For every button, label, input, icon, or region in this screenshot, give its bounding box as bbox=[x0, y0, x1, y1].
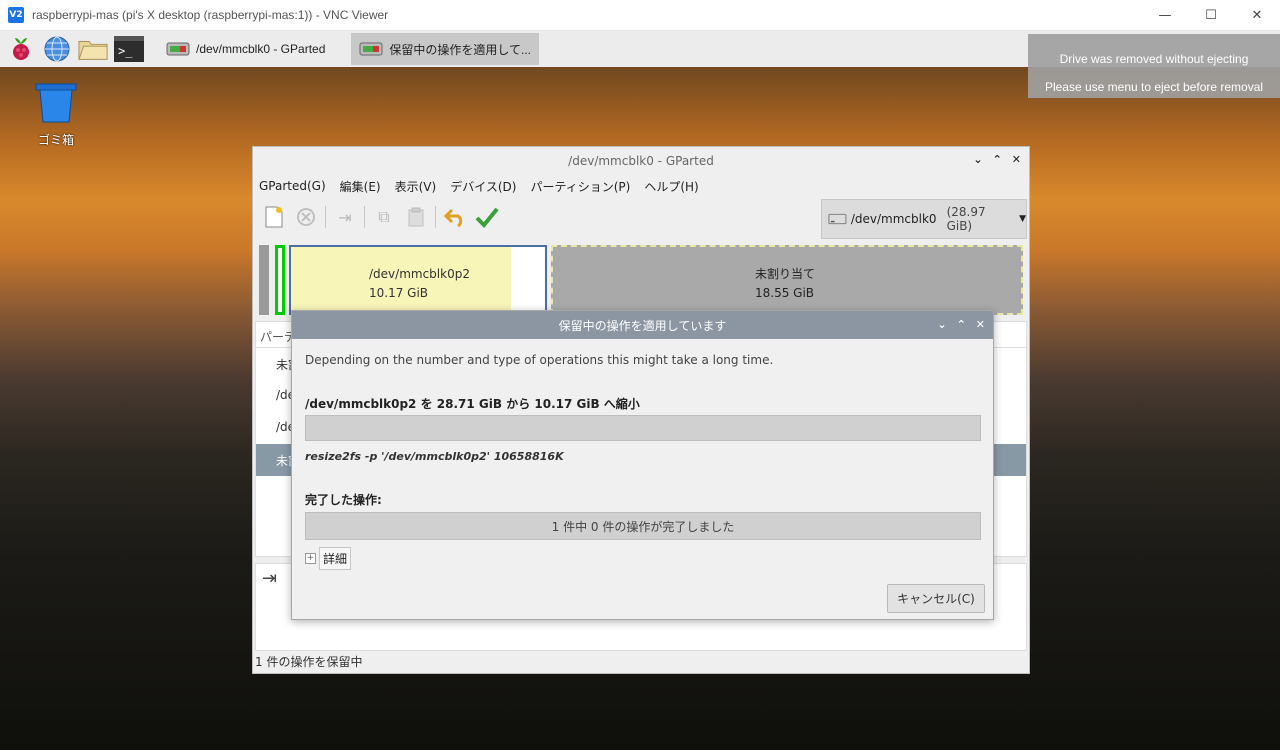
notification-line: Drive was removed without ejecting bbox=[1059, 52, 1249, 66]
apply-operations-dialog: 保留中の操作を適用しています ⌄ ⌃ ✕ Depending on the nu… bbox=[291, 310, 994, 620]
operation-progress-bar bbox=[305, 415, 981, 441]
partition-name: 未割り当て bbox=[755, 267, 816, 281]
browser-globe-icon[interactable] bbox=[42, 34, 72, 64]
resize-move-icon[interactable]: ⇥ bbox=[332, 204, 358, 230]
chevron-up-icon[interactable]: ⌃ bbox=[993, 153, 1002, 166]
copy-icon[interactable]: ⧉ bbox=[371, 204, 397, 230]
task-label: /dev/mmcblk0 - GParted bbox=[196, 42, 326, 56]
menu-gparted[interactable]: GParted(G) bbox=[259, 179, 326, 193]
partition-name: /dev/mmcblk0p2 bbox=[369, 267, 470, 281]
cancel-button[interactable]: キャンセル(C) bbox=[887, 584, 985, 613]
current-operation: /dev/mmcblk0p2 を 28.71 GiB から 10.17 GiB … bbox=[305, 397, 640, 411]
dialog-description: Depending on the number and type of oper… bbox=[305, 353, 774, 367]
menu-help[interactable]: ヘルプ(H) bbox=[644, 178, 698, 195]
chevron-down-icon: ▼ bbox=[1019, 214, 1026, 224]
trash-label: ゴミ箱 bbox=[37, 133, 74, 147]
task-apply-dialog[interactable]: 保留中の操作を適用して... bbox=[351, 33, 540, 65]
trash-icon bbox=[35, 83, 77, 123]
device-selector[interactable]: /dev/mmcblk0 (28.97 GiB) ▼ bbox=[821, 199, 1027, 239]
partition-map: /dev/mmcblk0p2 10.17 GiB 未割り当て 18.55 GiB bbox=[259, 245, 1025, 317]
terminal-icon[interactable]: >_ bbox=[114, 34, 144, 64]
delete-icon[interactable] bbox=[293, 204, 319, 230]
completed-text: 1 件中 0 件の操作が完了しました bbox=[551, 519, 735, 534]
vnc-logo-icon: V2 bbox=[8, 7, 24, 23]
resize-move-icon: ⇥ bbox=[262, 568, 278, 589]
menu-device[interactable]: デバイス(D) bbox=[450, 178, 516, 195]
expand-plus-icon[interactable]: + bbox=[305, 553, 316, 564]
task-gparted[interactable]: /dev/mmcblk0 - GParted bbox=[158, 33, 333, 65]
device-size: (28.97 GiB) bbox=[946, 205, 986, 233]
paste-icon[interactable] bbox=[403, 204, 429, 230]
menubar: GParted(G) 編集(E) 表示(V) デバイス(D) パーティション(P… bbox=[253, 175, 1029, 197]
minimize-icon[interactable]: — bbox=[1142, 0, 1188, 31]
task-label: 保留中の操作を適用して... bbox=[389, 42, 532, 57]
drive-icon bbox=[828, 213, 847, 225]
details-label: 詳細 bbox=[319, 547, 352, 570]
close-icon[interactable]: ✕ bbox=[1012, 153, 1021, 166]
toolbar-separator bbox=[364, 206, 365, 228]
menu-view[interactable]: 表示(V) bbox=[395, 178, 437, 195]
apply-check-icon[interactable] bbox=[474, 204, 500, 230]
device-name: /dev/mmcblk0 bbox=[850, 212, 937, 226]
partition-block-unallocated[interactable]: 未割り当て 18.55 GiB bbox=[551, 245, 1023, 315]
chevron-down-icon[interactable]: ⌄ bbox=[973, 153, 982, 166]
gparted-title: /dev/mmcblk0 - GParted bbox=[568, 154, 714, 168]
gparted-titlebar: /dev/mmcblk0 - GParted ⌄ ⌃ ✕ bbox=[253, 147, 1029, 175]
close-icon[interactable]: ✕ bbox=[976, 318, 985, 331]
completed-heading: 完了した操作: bbox=[305, 493, 382, 507]
toolbar-separator bbox=[435, 206, 436, 228]
partition-size: 10.17 GiB bbox=[369, 286, 429, 300]
maximize-icon[interactable]: ☐ bbox=[1188, 0, 1234, 31]
vnc-window-title: raspberrypi-mas (pi's X desktop (raspber… bbox=[32, 8, 389, 22]
partition-block-boot[interactable] bbox=[259, 245, 269, 315]
eject-notification[interactable]: Drive was removed without ejecting Pleas… bbox=[1028, 34, 1280, 98]
current-command: resize2fs -p '/dev/mmcblk0p2' 10658816K bbox=[305, 450, 564, 463]
partition-block-p2[interactable]: /dev/mmcblk0p2 10.17 GiB bbox=[289, 245, 547, 315]
new-partition-icon[interactable] bbox=[261, 204, 287, 230]
chevron-up-icon[interactable]: ⌃ bbox=[957, 318, 966, 331]
vnc-titlebar: V2 raspberrypi-mas (pi's X desktop (rasp… bbox=[0, 0, 1280, 31]
undo-icon[interactable] bbox=[442, 204, 468, 230]
dialog-title: 保留中の操作を適用しています bbox=[558, 318, 727, 333]
trash-desktop-item[interactable]: ゴミ箱 bbox=[30, 82, 82, 148]
completed-progress-bar: 1 件中 0 件の操作が完了しました bbox=[305, 512, 981, 540]
disk-icon bbox=[166, 42, 190, 56]
notification-line: Please use menu to eject before removal bbox=[1044, 80, 1264, 94]
raspberry-menu-icon[interactable] bbox=[6, 34, 36, 64]
menu-edit[interactable]: 編集(E) bbox=[340, 178, 381, 195]
status-bar: 1 件の操作を保留中 bbox=[255, 655, 363, 669]
partition-size: 18.55 GiB bbox=[755, 286, 815, 300]
details-expander[interactable]: + 詳細 bbox=[305, 547, 352, 570]
disk-icon bbox=[359, 42, 383, 56]
toolbar-separator bbox=[325, 206, 326, 228]
menu-partition[interactable]: パーティション(P) bbox=[530, 178, 630, 195]
close-icon[interactable]: ✕ bbox=[1234, 0, 1280, 31]
svg-text:>_: >_ bbox=[118, 44, 133, 58]
file-manager-icon[interactable] bbox=[78, 34, 108, 64]
partition-block-small[interactable] bbox=[275, 245, 285, 315]
dialog-titlebar: 保留中の操作を適用しています ⌄ ⌃ ✕ bbox=[292, 311, 993, 339]
chevron-down-icon[interactable]: ⌄ bbox=[937, 318, 946, 331]
